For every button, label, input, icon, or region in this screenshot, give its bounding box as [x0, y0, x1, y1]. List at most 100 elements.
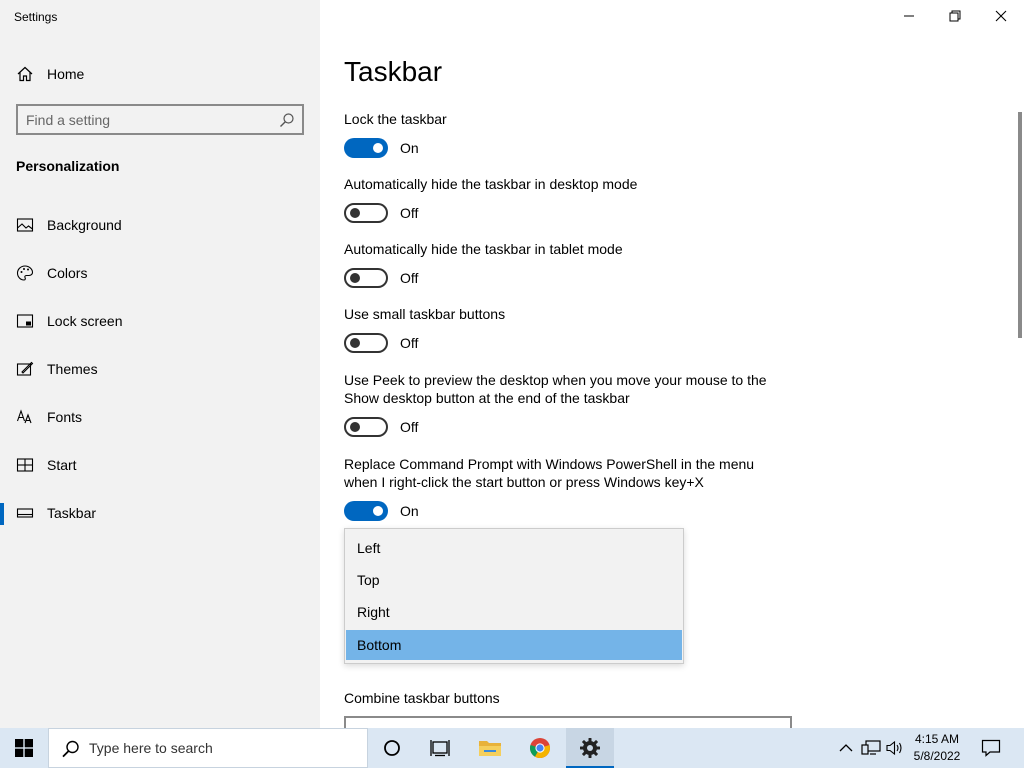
taskbar-search-box[interactable]: Type here to search	[48, 728, 368, 768]
chrome-icon	[530, 738, 550, 759]
dropdown-option-left[interactable]: Left	[346, 533, 682, 563]
find-setting-box[interactable]	[16, 104, 304, 135]
find-setting-input[interactable]	[26, 110, 266, 130]
dropdown-option-right[interactable]: Right	[346, 597, 682, 627]
network-button[interactable]	[861, 738, 881, 758]
file-explorer-button[interactable]	[466, 728, 514, 768]
taskbar-icon	[16, 508, 34, 518]
search-icon	[62, 740, 79, 758]
sidebar-item-colors[interactable]: Colors	[0, 253, 320, 293]
page-title: Taskbar	[344, 56, 443, 87]
option-label: Bottom	[357, 637, 402, 653]
image-icon	[16, 218, 34, 232]
scrollbar-thumb[interactable]	[1018, 112, 1022, 338]
sidebar-item-label: Background	[47, 217, 122, 233]
sidebar-home-label: Home	[47, 66, 85, 82]
toggle-knob	[373, 506, 383, 516]
peek-toggle[interactable]	[344, 417, 388, 437]
settings-sidebar: Settings Home Personalization Background…	[0, 0, 320, 728]
notification-icon	[981, 739, 1001, 757]
chevron-up-icon	[839, 744, 853, 752]
minimize-button[interactable]	[886, 4, 932, 28]
start-button[interactable]	[0, 728, 48, 768]
autohide-desktop-toggle[interactable]	[344, 203, 388, 223]
toggle-state: On	[400, 140, 419, 156]
windows-taskbar: Type here to search 4:15 AM 5/8/2022	[0, 728, 1024, 768]
close-button[interactable]	[978, 4, 1024, 28]
lock-screen-icon	[16, 314, 34, 328]
toggle-knob	[350, 338, 360, 348]
section-heading: Personalization	[16, 158, 120, 174]
autohide-tablet-toggle[interactable]	[344, 268, 388, 288]
setting-label: Use Peek to preview the desktop when you…	[344, 372, 767, 406]
option-label: Top	[357, 572, 380, 588]
taskbar-settings-page: Taskbar Lock the taskbar On Automaticall…	[320, 0, 1024, 728]
system-clock[interactable]: 4:15 AM 5/8/2022	[905, 731, 969, 765]
network-icon	[861, 740, 881, 755]
small-buttons-toggle[interactable]	[344, 333, 388, 353]
toggle-knob	[373, 143, 383, 153]
sidebar-item-label: Fonts	[47, 409, 83, 425]
toggle-knob	[350, 208, 360, 218]
combine-buttons-select[interactable]	[344, 716, 792, 728]
setting-label: Automatically hide the taskbar in deskto…	[344, 176, 638, 192]
sidebar-item-taskbar[interactable]: Taskbar	[0, 493, 320, 533]
sidebar-item-label: Start	[47, 457, 77, 473]
show-hidden-icons-button[interactable]	[836, 738, 856, 758]
taskbar-search-text: Type here to search	[89, 740, 213, 756]
toggle-state: On	[400, 503, 419, 519]
taskbar-location-dropdown[interactable]: Left Top Right Bottom	[344, 528, 684, 664]
combine-buttons-label: Combine taskbar buttons	[344, 690, 500, 706]
option-label: Right	[357, 604, 390, 620]
toggle-state: Off	[400, 205, 419, 221]
setting-label: Lock the taskbar	[344, 111, 447, 127]
sidebar-item-label: Lock screen	[47, 313, 123, 329]
setting-label: Automatically hide the taskbar in tablet…	[344, 241, 623, 257]
folder-icon	[479, 741, 501, 756]
cortana-button[interactable]	[368, 728, 416, 768]
sidebar-item-lock-screen[interactable]: Lock screen	[0, 301, 320, 341]
app-title: Settings	[14, 10, 58, 24]
sidebar-item-label: Taskbar	[47, 505, 97, 521]
themes-icon	[16, 361, 34, 376]
toggle-knob	[350, 422, 360, 432]
clock-date: 5/8/2022	[913, 749, 961, 763]
sidebar-item-label: Themes	[47, 361, 98, 377]
close-icon	[995, 10, 1007, 22]
setting-label: Replace Command Prompt with Windows Powe…	[344, 456, 755, 490]
search-icon[interactable]	[279, 112, 295, 128]
toggle-state: Off	[400, 270, 419, 286]
dropdown-option-bottom[interactable]: Bottom	[346, 630, 682, 660]
lock-taskbar-toggle[interactable]	[344, 138, 388, 158]
minimize-icon	[904, 15, 914, 17]
setting-label: Use small taskbar buttons	[344, 306, 506, 322]
chrome-button[interactable]	[516, 728, 564, 768]
powershell-toggle[interactable]	[344, 501, 388, 521]
toggle-knob	[350, 273, 360, 283]
start-icon	[16, 458, 34, 472]
toggle-state: Off	[400, 335, 419, 351]
restore-icon	[949, 10, 961, 22]
settings-app-button[interactable]	[566, 728, 614, 768]
clock-time: 4:15 AM	[914, 732, 960, 746]
windows-logo-icon	[15, 739, 33, 757]
sidebar-item-label: Colors	[47, 265, 88, 281]
task-view-icon	[430, 740, 450, 757]
sidebar-home[interactable]: Home	[0, 58, 320, 90]
toggle-state: Off	[400, 419, 419, 435]
sidebar-item-themes[interactable]: Themes	[0, 349, 320, 389]
palette-icon	[16, 265, 34, 281]
restore-button[interactable]	[932, 4, 978, 28]
sidebar-item-background[interactable]: Background	[0, 205, 320, 245]
action-center-button[interactable]	[978, 736, 1004, 760]
gear-icon	[580, 738, 600, 758]
volume-button[interactable]	[885, 738, 905, 758]
option-label: Left	[357, 540, 381, 556]
dropdown-option-top[interactable]: Top	[346, 565, 682, 595]
active-indicator	[0, 503, 4, 525]
home-icon	[17, 66, 33, 82]
task-view-button[interactable]	[416, 728, 464, 768]
sidebar-item-start[interactable]: Start	[0, 445, 320, 485]
sidebar-item-fonts[interactable]: Fonts	[0, 397, 320, 437]
fonts-icon	[16, 409, 32, 424]
